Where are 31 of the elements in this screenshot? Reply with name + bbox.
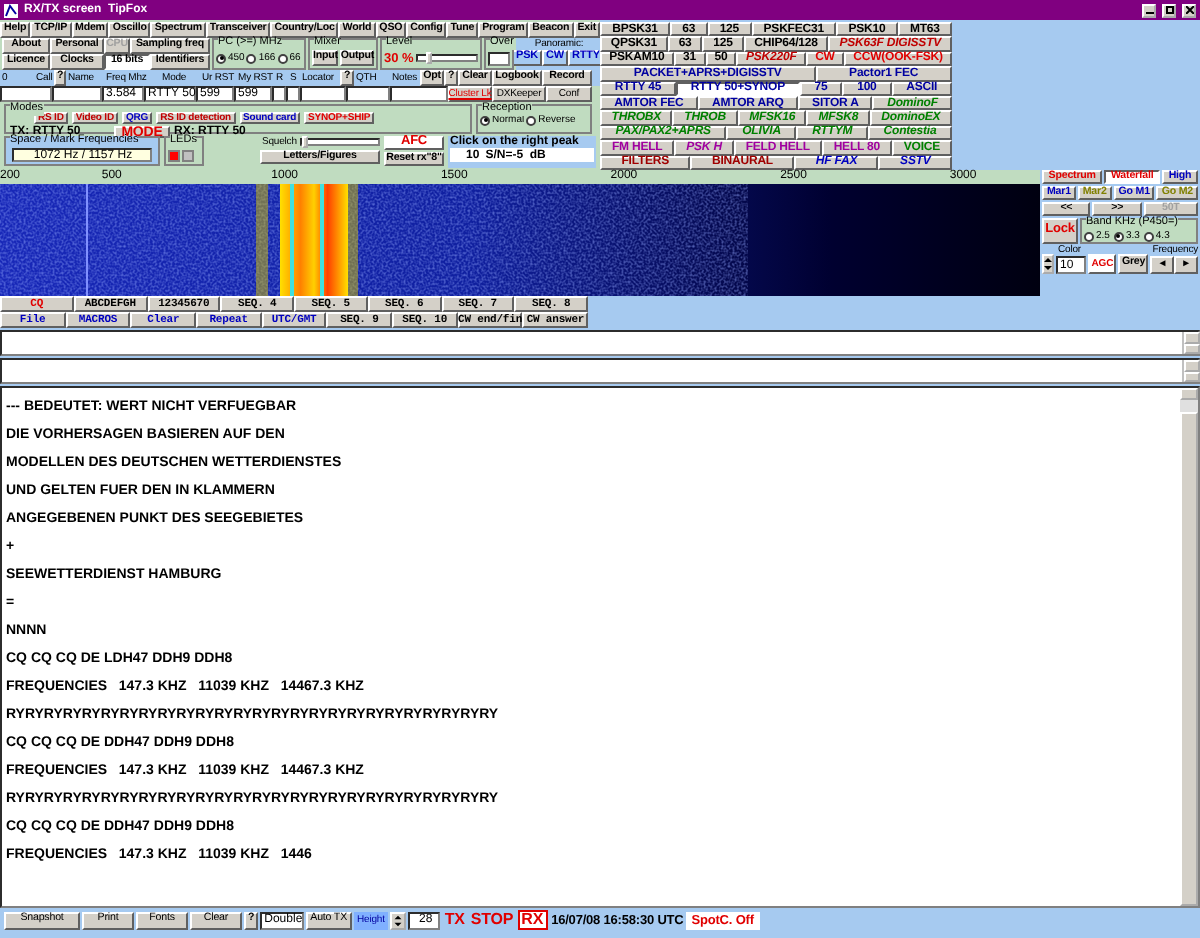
restore-icon bbox=[1165, 6, 1173, 14]
close-button[interactable] bbox=[1182, 3, 1196, 17]
slider-thumb[interactable] bbox=[302, 136, 309, 148]
rx-button[interactable]: RX bbox=[517, 910, 548, 930]
slider-thumb[interactable] bbox=[425, 52, 432, 64]
log-field[interactable] bbox=[0, 86, 52, 102]
radio-button[interactable] bbox=[1084, 231, 1094, 241]
minimize-button[interactable] bbox=[1142, 3, 1156, 17]
log-field[interactable] bbox=[390, 86, 448, 102]
waterfall-display[interactable] bbox=[0, 184, 1040, 296]
close-icon bbox=[1185, 6, 1193, 14]
restore-button[interactable] bbox=[1162, 3, 1176, 17]
app-icon bbox=[4, 3, 18, 17]
squelch-slider[interactable] bbox=[300, 138, 380, 146]
radio-button[interactable] bbox=[277, 53, 288, 63]
tx-text-field[interactable] bbox=[0, 330, 1200, 356]
log-field[interactable] bbox=[52, 86, 102, 102]
scrollbar[interactable] bbox=[1180, 388, 1198, 906]
level-slider[interactable] bbox=[415, 54, 478, 62]
radio-button[interactable] bbox=[216, 53, 226, 63]
log-field[interactable] bbox=[300, 86, 346, 102]
tx-text-field[interactable] bbox=[0, 358, 1200, 384]
log-field[interactable] bbox=[346, 86, 390, 102]
radio-button[interactable] bbox=[1113, 231, 1124, 241]
radio-button[interactable] bbox=[246, 53, 257, 63]
radio-button[interactable] bbox=[480, 115, 490, 125]
minimize-icon bbox=[1145, 6, 1153, 14]
spin-button[interactable] bbox=[1042, 254, 1054, 274]
radio-button[interactable] bbox=[526, 115, 537, 125]
radio-button[interactable] bbox=[1143, 231, 1154, 241]
spin-button[interactable] bbox=[390, 911, 407, 929]
